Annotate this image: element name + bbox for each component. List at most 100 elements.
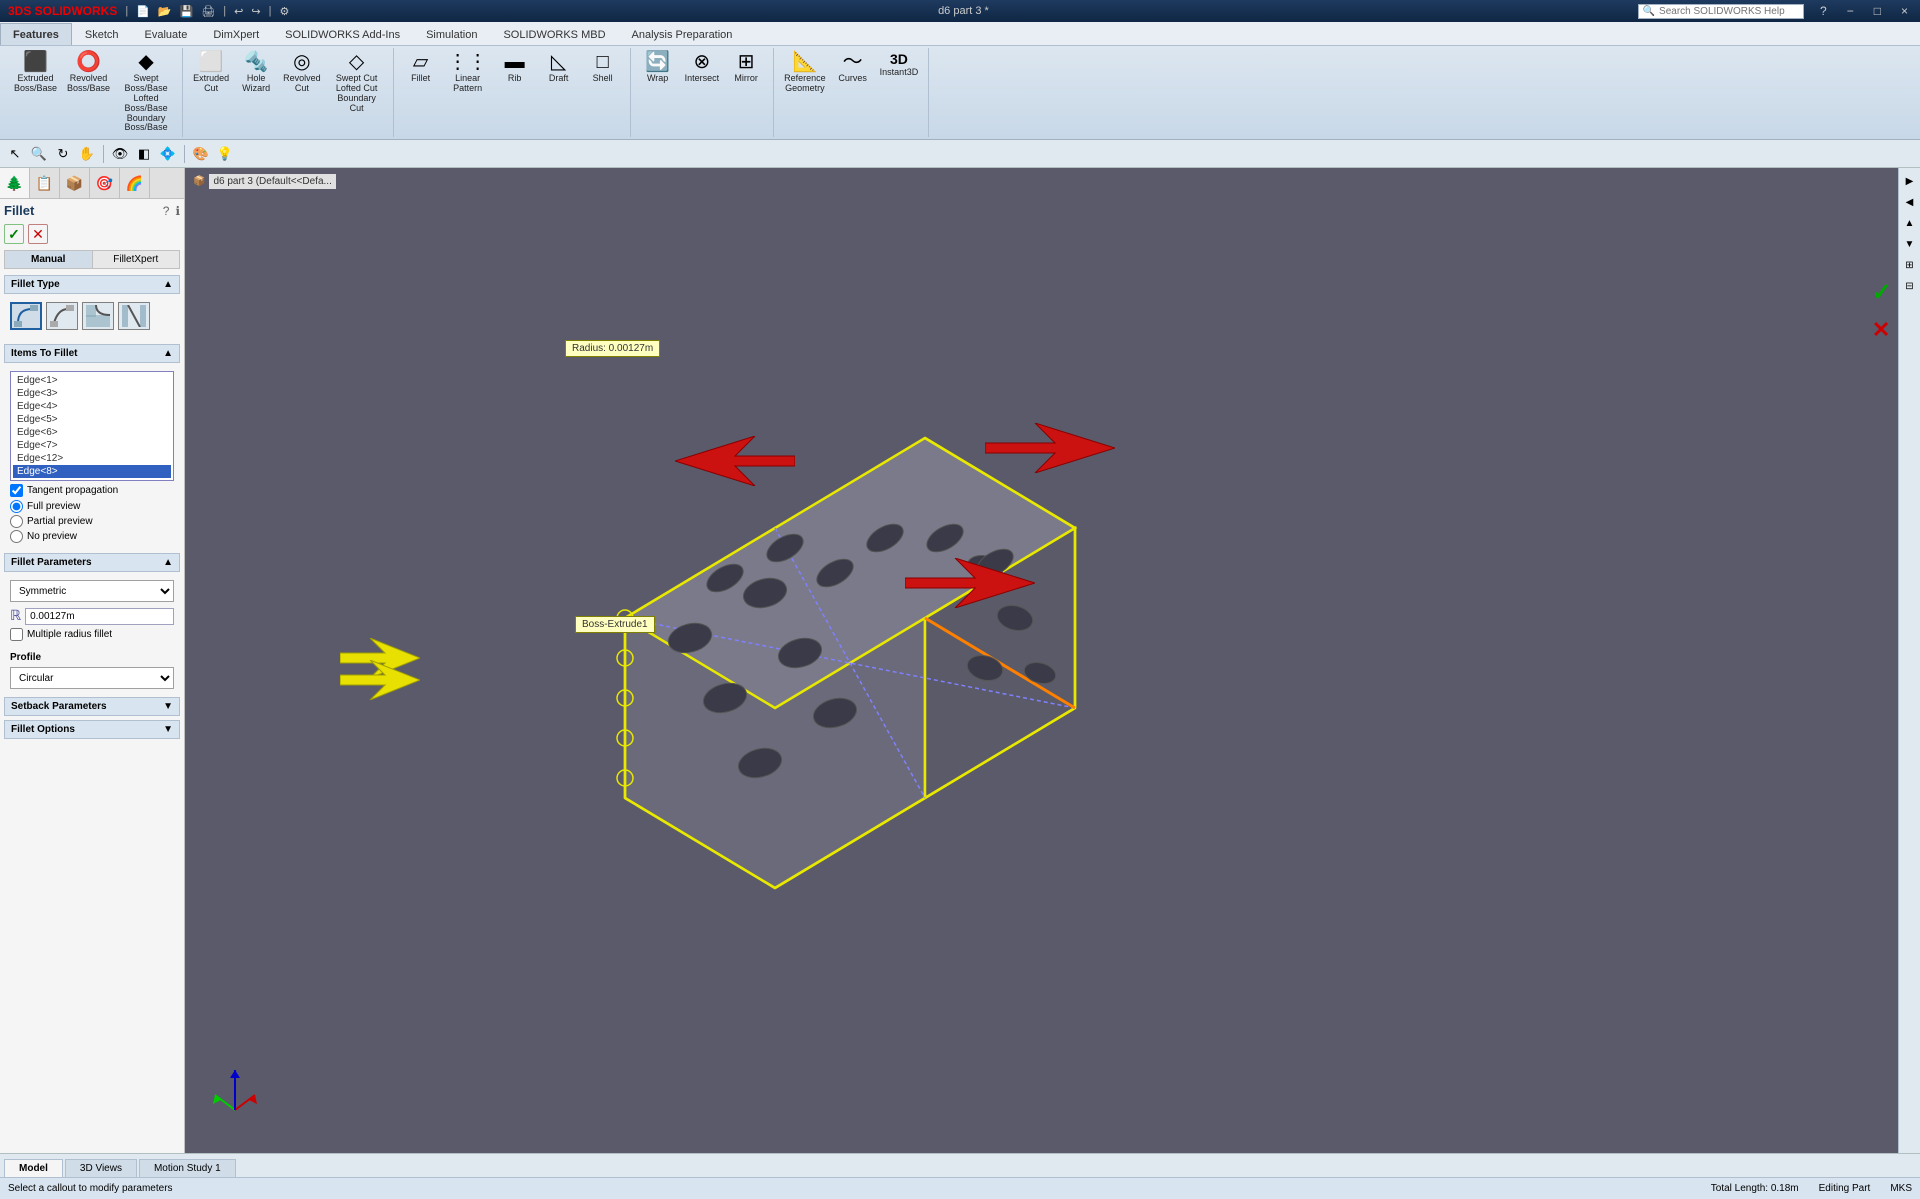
- list-item-edge1[interactable]: Edge<1>: [13, 374, 171, 387]
- full-preview-radio[interactable]: [10, 500, 23, 513]
- fillet-type-constant[interactable]: [10, 302, 42, 330]
- materials-btn[interactable]: 🎨: [190, 143, 212, 165]
- minimize-btn[interactable]: −: [1843, 4, 1858, 19]
- profile-dropdown[interactable]: Circular Curvature continuous Conic rho …: [10, 667, 174, 689]
- extruded-cut-btn[interactable]: ⬜ ExtrudedCut: [189, 50, 233, 116]
- view-orient-btn[interactable]: 👁: [109, 143, 131, 165]
- panel-tab-3d[interactable]: 📦: [60, 168, 90, 198]
- pan-btn[interactable]: ✋: [76, 143, 98, 165]
- search-input[interactable]: [1659, 6, 1799, 17]
- revolved-cut-btn[interactable]: ◎ RevolvedCut: [279, 50, 325, 116]
- tab-simulation[interactable]: Simulation: [413, 23, 490, 45]
- right-sidebar-btn1[interactable]: ▶: [1901, 172, 1919, 190]
- tab-features[interactable]: Features: [0, 23, 72, 45]
- save-icon[interactable]: 💾: [180, 5, 194, 18]
- list-item-edge4[interactable]: Edge<4>: [13, 400, 171, 413]
- linear-pattern-btn[interactable]: ⋮⋮ LinearPattern: [444, 50, 492, 96]
- accept-checkmark[interactable]: ✓: [1872, 278, 1892, 307]
- list-item-edge7[interactable]: Edge<7>: [13, 439, 171, 452]
- right-sidebar-btn3[interactable]: ▲: [1901, 214, 1919, 232]
- fillet-type-face[interactable]: [82, 302, 114, 330]
- viewport[interactable]: 📦 d6 part 3 (Default<<Defa...: [185, 168, 1898, 1153]
- fillet-type-full[interactable]: [118, 302, 150, 330]
- multiple-radius-checkbox[interactable]: [10, 628, 23, 641]
- wrap-btn[interactable]: 🔄 Wrap: [637, 50, 679, 86]
- display-style-btn[interactable]: 💠: [157, 143, 179, 165]
- restore-btn[interactable]: □: [1870, 4, 1885, 19]
- undo-icon[interactable]: ↩: [234, 5, 243, 18]
- tab-evaluate[interactable]: Evaluate: [132, 23, 201, 45]
- tab-sketch[interactable]: Sketch: [72, 23, 132, 45]
- items-section-header[interactable]: Items To Fillet ▲: [4, 344, 180, 363]
- revolved-boss-base-btn[interactable]: ⭕ RevolvedBoss/Base: [63, 50, 114, 135]
- no-preview-radio[interactable]: [10, 530, 23, 543]
- search-bar[interactable]: 🔍: [1638, 4, 1804, 19]
- cancel-button[interactable]: ✕: [28, 224, 48, 244]
- tab-addins[interactable]: SOLIDWORKS Add-Ins: [272, 23, 413, 45]
- tab-analysis[interactable]: Analysis Preparation: [619, 23, 746, 45]
- extruded-boss-base-btn[interactable]: ⬛ ExtrudedBoss/Base: [10, 50, 61, 135]
- lighting-btn[interactable]: 💡: [214, 143, 236, 165]
- panel-tab-target[interactable]: 🎯: [90, 168, 120, 198]
- list-item-edge6[interactable]: Edge<6>: [13, 426, 171, 439]
- panel-tab-list[interactable]: 📋: [30, 168, 60, 198]
- redo-icon[interactable]: ↪: [251, 5, 260, 18]
- rotate-btn[interactable]: ↻: [52, 143, 74, 165]
- setback-section-header[interactable]: Setback Parameters ▼: [4, 697, 180, 716]
- zoom-btn[interactable]: 🔍: [28, 143, 50, 165]
- panel-tab-color[interactable]: 🌈: [120, 168, 150, 198]
- mirror-btn[interactable]: ⊞ Mirror: [725, 50, 767, 86]
- partial-preview-radio[interactable]: [10, 515, 23, 528]
- panel-tab-tree[interactable]: 🌲: [0, 168, 30, 198]
- list-item-edge8[interactable]: Edge<8>: [13, 465, 171, 478]
- setback-label: Setback Parameters: [11, 701, 107, 712]
- shell-btn[interactable]: □ Shell: [582, 50, 624, 96]
- curves-btn[interactable]: 〜 Curves: [832, 50, 874, 96]
- fillet-type-section-header[interactable]: Fillet Type ▲: [4, 275, 180, 294]
- reference-geometry-btn[interactable]: 📐 ReferenceGeometry: [780, 50, 830, 96]
- help-icon[interactable]: ?: [1816, 4, 1831, 19]
- bottom-tab-motion[interactable]: Motion Study 1: [139, 1159, 236, 1177]
- tab-dimxpert[interactable]: DimXpert: [200, 23, 272, 45]
- print-icon[interactable]: 🖨: [201, 5, 215, 18]
- right-sidebar-btn5[interactable]: ⊞: [1901, 256, 1919, 274]
- swept-boss-base-btn[interactable]: ◆ Swept Boss/BaseLofted Boss/BaseBoundar…: [116, 50, 176, 135]
- fillet-help-icon[interactable]: ?: [163, 204, 170, 218]
- settings-icon[interactable]: ⚙: [279, 5, 289, 18]
- radius-input[interactable]: [25, 608, 174, 625]
- fillet-info-icon[interactable]: ℹ: [175, 204, 180, 218]
- items-to-fillet-list[interactable]: Edge<1> Edge<3> Edge<4> Edge<5> Edge<6> …: [10, 371, 174, 481]
- fillet-tab-filletxpert[interactable]: FilletXpert: [93, 251, 180, 268]
- param-type-dropdown[interactable]: Symmetric Asymmetric Keep features: [10, 580, 174, 602]
- bottom-tab-model[interactable]: Model: [4, 1159, 63, 1177]
- close-btn[interactable]: ×: [1897, 4, 1912, 19]
- fillet-options-section-header[interactable]: Fillet Options ▼: [4, 720, 180, 739]
- fillet-params-section-header[interactable]: Fillet Parameters ▲: [4, 553, 180, 572]
- select-tool-btn[interactable]: ↖: [4, 143, 26, 165]
- right-sidebar-btn6[interactable]: ⊟: [1901, 277, 1919, 295]
- reference-geometry-icon: 📐: [792, 52, 817, 72]
- swept-cut-btn[interactable]: ◇ Swept CutLofted CutBoundary Cut: [327, 50, 387, 116]
- draft-btn[interactable]: ◺ Draft: [538, 50, 580, 96]
- list-item-edge12[interactable]: Edge<12>: [13, 452, 171, 465]
- list-item-edge5[interactable]: Edge<5>: [13, 413, 171, 426]
- right-sidebar-btn4[interactable]: ▼: [1901, 235, 1919, 253]
- new-icon[interactable]: 📄: [136, 5, 150, 18]
- instant3d-btn[interactable]: 3D Instant3D: [876, 50, 923, 96]
- bottom-tab-3dviews[interactable]: 3D Views: [65, 1159, 137, 1177]
- ok-button[interactable]: ✓: [4, 224, 24, 244]
- reject-x[interactable]: ✕: [1872, 317, 1892, 343]
- rib-btn[interactable]: ▬ Rib: [494, 50, 536, 96]
- open-icon[interactable]: 📂: [158, 5, 172, 18]
- intersect-btn[interactable]: ⊗ Intersect: [681, 50, 724, 86]
- tab-mbd[interactable]: SOLIDWORKS MBD: [490, 23, 618, 45]
- help-icons: ? ℹ: [163, 204, 180, 218]
- fillet-type-variable[interactable]: [46, 302, 78, 330]
- right-sidebar-btn2[interactable]: ◀: [1901, 193, 1919, 211]
- tangent-propagation-checkbox[interactable]: [10, 484, 23, 497]
- section-view-btn[interactable]: ◧: [133, 143, 155, 165]
- fillet-tab-manual[interactable]: Manual: [5, 251, 93, 268]
- fillet-btn[interactable]: ▱ Fillet: [400, 50, 442, 96]
- hole-wizard-btn[interactable]: 🔩 HoleWizard: [235, 50, 277, 116]
- list-item-edge3[interactable]: Edge<3>: [13, 387, 171, 400]
